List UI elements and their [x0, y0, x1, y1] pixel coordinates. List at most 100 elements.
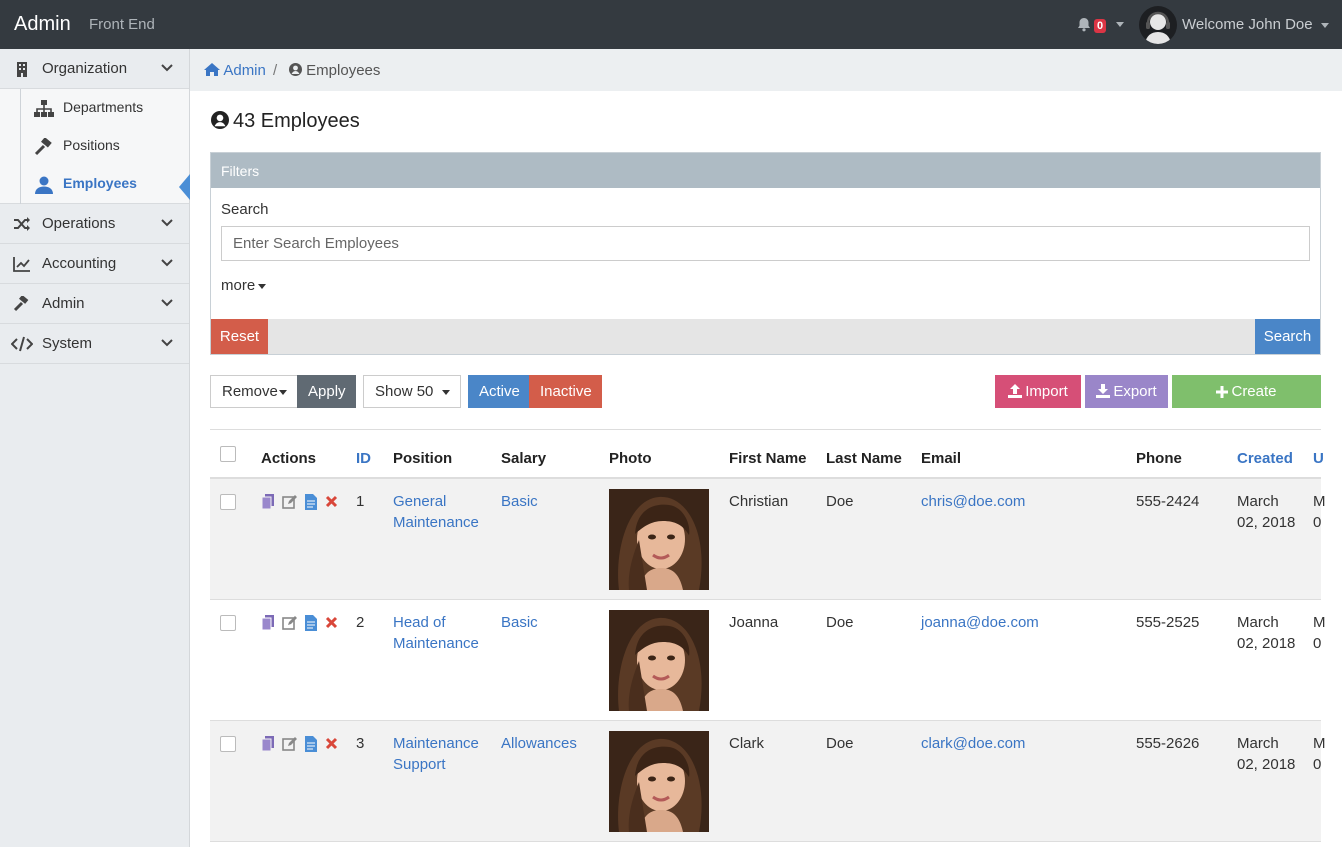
- delete-icon[interactable]: [325, 736, 339, 752]
- cell-salary-link[interactable]: Basic: [501, 491, 538, 512]
- active-filter-button[interactable]: Active: [468, 375, 529, 408]
- chevron-down-icon: [161, 299, 173, 307]
- table-row: 1 General Maintenance Basic Christian Doe…: [210, 479, 1326, 600]
- page-title-text: 43 Employees: [233, 110, 360, 132]
- sidebar-item-departments[interactable]: Departments: [0, 89, 189, 127]
- cell-created: March 02, 2018: [1237, 491, 1295, 533]
- cell-updated-line: 0: [1313, 635, 1322, 652]
- bulk-action-select[interactable]: Remove: [210, 375, 298, 408]
- column-header-last-name: Last Name: [826, 450, 902, 467]
- delete-icon[interactable]: [325, 494, 339, 510]
- column-header-first-name: First Name: [729, 450, 807, 467]
- chevron-down-icon: [161, 64, 173, 72]
- cell-salary-link[interactable]: Allowances: [501, 733, 577, 754]
- sidebar-item-accounting[interactable]: Accounting: [0, 244, 189, 284]
- cell-first-name: Christian: [729, 493, 789, 510]
- row-actions: [261, 494, 341, 510]
- sidebar-item-employees[interactable]: Employees: [0, 165, 190, 203]
- sidebar-item-organization[interactable]: Organization: [0, 49, 189, 89]
- edit-icon[interactable]: [282, 736, 297, 752]
- row-actions: [261, 615, 341, 631]
- welcome-text: Welcome John Doe: [1182, 16, 1313, 33]
- row-checkbox[interactable]: [220, 736, 236, 752]
- breadcrumb-admin-link[interactable]: Admin: [204, 62, 266, 79]
- document-icon[interactable]: [305, 494, 319, 510]
- cell-salary-link[interactable]: Basic: [501, 612, 538, 633]
- caret-down-icon: [279, 390, 287, 395]
- edit-icon[interactable]: [282, 615, 297, 631]
- search-button[interactable]: Search: [1255, 319, 1320, 354]
- notifications-dropdown[interactable]: 0: [1077, 17, 1124, 35]
- copy-icon[interactable]: [261, 736, 275, 752]
- reset-button[interactable]: Reset: [211, 319, 268, 354]
- avatar[interactable]: [1139, 6, 1177, 44]
- sidebar-item-label: Accounting: [42, 255, 117, 272]
- chevron-down-icon: [161, 259, 173, 267]
- page-size-value: Show 50: [375, 383, 434, 400]
- building-icon: [17, 62, 27, 77]
- table-row: 2 Head of Maintenance Basic Joanna Doe jo…: [210, 600, 1326, 721]
- import-label: Import: [1025, 383, 1068, 400]
- sidebar-item-label: Departments: [63, 99, 144, 115]
- delete-icon[interactable]: [325, 615, 339, 631]
- sidebar-item-label: Organization: [42, 60, 128, 77]
- code-icon: [11, 336, 33, 352]
- sidebar-item-label: Admin: [42, 295, 85, 312]
- column-header-created[interactable]: Created: [1237, 450, 1293, 467]
- cell-position-link[interactable]: General Maintenance: [393, 491, 479, 533]
- cell-position-link[interactable]: Maintenance Support: [393, 733, 479, 775]
- search-input[interactable]: [221, 226, 1310, 261]
- breadcrumb-admin-label: Admin: [223, 62, 266, 79]
- table-row: 3 Maintenance Support Allowances Clark Do…: [210, 721, 1326, 842]
- edit-icon[interactable]: [282, 494, 297, 510]
- export-label: Export: [1113, 383, 1157, 400]
- sidebar-item-positions[interactable]: Positions: [0, 127, 189, 165]
- cell-last-name: Doe: [826, 735, 854, 752]
- cell-updated: M0: [1313, 733, 1326, 775]
- column-header-id[interactable]: ID: [356, 450, 371, 467]
- sidebar-item-label: Employees: [63, 175, 137, 191]
- user-circle-icon: [211, 111, 229, 129]
- employee-photo: [609, 489, 709, 590]
- sidebar-item-system[interactable]: System: [0, 324, 189, 364]
- cell-email-link[interactable]: clark@doe.com: [921, 733, 1025, 754]
- cell-position-link[interactable]: Head of Maintenance: [393, 612, 479, 654]
- brand-link[interactable]: Admin: [14, 13, 71, 36]
- inactive-filter-button[interactable]: Inactive: [529, 375, 602, 408]
- cell-email-link[interactable]: chris@doe.com: [921, 491, 1025, 512]
- cell-created-line: March: [1237, 614, 1279, 631]
- create-employee-button[interactable]: Create Employee: [1172, 375, 1321, 433]
- upload-icon: [1008, 384, 1023, 398]
- page-size-select[interactable]: Show 50: [363, 375, 461, 408]
- user-menu-dropdown[interactable]: Welcome John Doe: [1182, 16, 1329, 33]
- sidebar-item-admin[interactable]: Admin: [0, 284, 189, 324]
- breadcrumb-separator: /: [273, 62, 278, 79]
- select-all-checkbox[interactable]: [220, 446, 236, 462]
- export-button[interactable]: Export: [1085, 375, 1168, 408]
- gavel-icon: [13, 296, 29, 312]
- column-header-updated[interactable]: U: [1313, 450, 1324, 467]
- cell-created-line: 02, 2018: [1237, 756, 1296, 773]
- column-header-actions: Actions: [261, 450, 317, 467]
- apply-button[interactable]: Apply: [297, 375, 356, 408]
- row-checkbox[interactable]: [220, 615, 236, 631]
- cell-first-name: Joanna: [729, 614, 779, 631]
- sidebar-item-operations[interactable]: Operations: [0, 204, 189, 244]
- document-icon[interactable]: [305, 736, 319, 752]
- line-chart-icon: [13, 257, 30, 272]
- chevron-down-icon: [161, 339, 173, 347]
- chevron-down-icon: [1116, 22, 1124, 27]
- chevron-down-icon: [1320, 22, 1329, 28]
- copy-icon[interactable]: [261, 615, 275, 631]
- row-checkbox[interactable]: [220, 494, 236, 510]
- breadcrumb-current: Employees: [289, 62, 380, 79]
- front-end-link[interactable]: Front End: [89, 16, 155, 33]
- more-filters-toggle[interactable]: more: [221, 277, 267, 294]
- sidebar-item-label: Positions: [63, 137, 120, 153]
- document-icon[interactable]: [305, 615, 319, 631]
- cell-email-link[interactable]: joanna@doe.com: [921, 612, 1039, 633]
- import-button[interactable]: Import: [995, 375, 1081, 408]
- sidebar-item-label: Operations: [42, 215, 116, 232]
- copy-icon[interactable]: [261, 494, 275, 510]
- bulk-action-value: Remove: [222, 383, 278, 400]
